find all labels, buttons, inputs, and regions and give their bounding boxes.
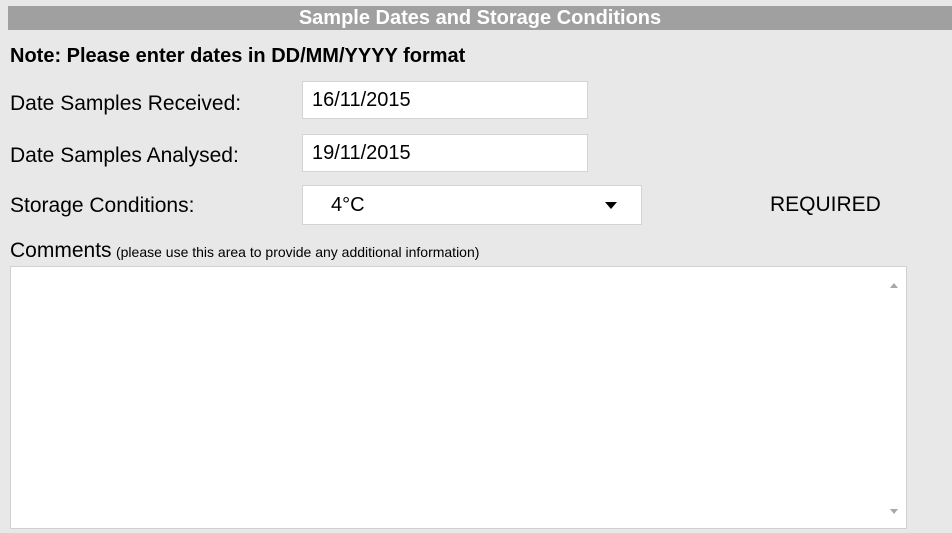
date-analysed-input[interactable] (302, 134, 588, 172)
textarea-scrollbar[interactable] (884, 267, 906, 528)
storage-conditions-value: 4°C (331, 194, 365, 216)
date-received-input[interactable] (302, 81, 588, 119)
comments-hint: (please use this area to provide any add… (115, 244, 480, 260)
scroll-up-arrow-icon[interactable] (890, 283, 898, 288)
required-indicator: REQUIRED (770, 193, 881, 216)
section-title: Sample Dates and Storage Conditions (8, 6, 952, 30)
comments-title: Comments (10, 239, 112, 262)
chevron-down-icon (605, 202, 617, 209)
comments-textarea[interactable] (10, 266, 907, 529)
scroll-down-arrow-icon[interactable] (890, 509, 898, 514)
storage-conditions-label: Storage Conditions: (10, 194, 195, 217)
date-format-note: Note: Please enter dates in DD/MM/YYYY f… (10, 45, 466, 67)
comments-label: Comments (please use this area to provid… (10, 239, 479, 263)
storage-conditions-select[interactable]: 4°C (302, 185, 642, 225)
date-received-label: Date Samples Received: (10, 92, 242, 115)
date-analysed-label: Date Samples Analysed: (10, 144, 239, 167)
